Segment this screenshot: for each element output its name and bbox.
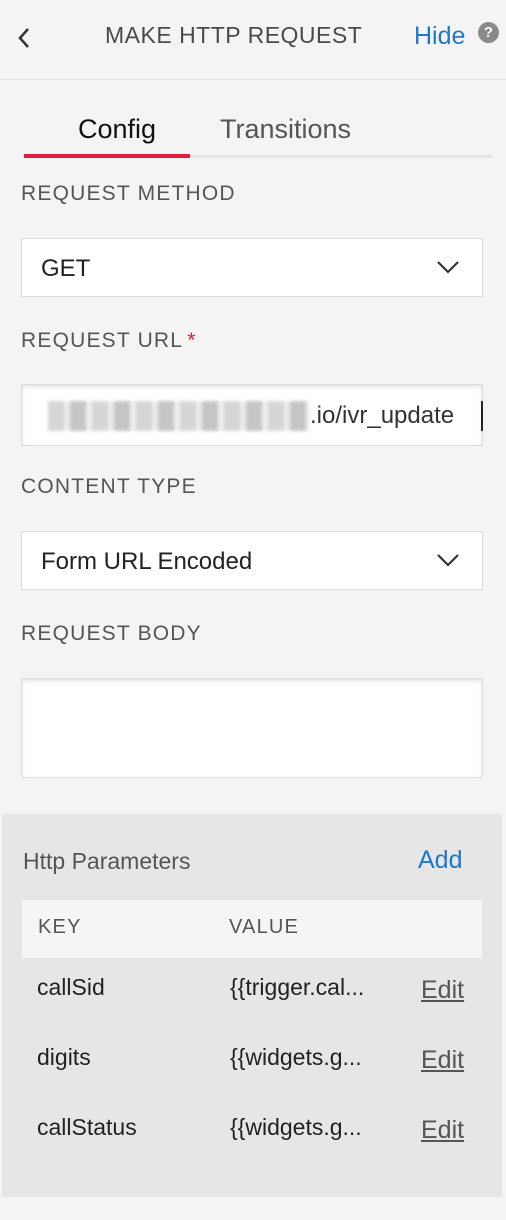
request-body-label: REQUEST BODY [21,622,202,645]
parameter-value: {{widgets.g... [230,1044,362,1070]
request-method-value: GET [41,255,91,282]
content-type-label: CONTENT TYPE [21,475,197,498]
chevron-left-icon [18,28,29,48]
help-icon[interactable]: ? [478,22,499,43]
tab-config[interactable]: Config [78,114,156,145]
active-tab-indicator [24,154,190,158]
request-url-value: .io/ivr_update [310,402,455,429]
table-row: digits {{widgets.g... Edit [22,1028,482,1098]
request-method-label: REQUEST METHOD [21,182,236,205]
content-type-value: Form URL Encoded [41,548,253,575]
edit-parameter-link[interactable]: Edit [421,1046,464,1075]
table-row: callStatus {{widgets.g... Edit [22,1098,482,1168]
tab-transitions[interactable]: Transitions [220,114,351,145]
column-header-key: KEY [38,916,82,938]
parameter-key: callSid [37,974,105,1000]
redacted-url-segment [48,401,310,431]
request-method-select[interactable]: GET [21,238,483,297]
chevron-down-icon [437,554,459,567]
hide-link[interactable]: Hide [414,22,465,51]
parameter-key: callStatus [37,1114,137,1140]
edit-parameter-link[interactable]: Edit [421,976,464,1005]
chevron-down-icon [437,261,459,274]
add-parameter-link[interactable]: Add [418,846,462,875]
parameter-value: {{trigger.cal... [230,974,365,1000]
http-parameters-title: Http Parameters [23,848,191,874]
parameters-table-header: KEY VALUE [22,900,482,958]
text-caret [481,401,483,431]
parameter-value: {{widgets.g... [230,1114,362,1140]
request-url-input[interactable]: .io/ivr_update [21,384,483,446]
request-url-label-text: REQUEST URL [21,329,184,352]
panel-header: MAKE HTTP REQUEST Hide ? [0,0,506,80]
back-button[interactable] [10,22,38,54]
edit-parameter-link[interactable]: Edit [421,1116,464,1145]
request-url-label: REQUEST URL * [21,329,197,353]
content-type-select[interactable]: Form URL Encoded [21,531,483,590]
panel-title: MAKE HTTP REQUEST [105,22,363,48]
required-marker: * [187,329,197,352]
http-parameters-panel: Http Parameters Add KEY VALUE callSid {{… [2,814,502,1197]
column-header-value: VALUE [229,916,300,938]
tab-bar: Config Transitions [24,100,492,158]
table-row: callSid {{trigger.cal... Edit [22,958,482,1028]
parameter-key: digits [37,1044,91,1070]
request-body-textarea[interactable] [21,678,483,778]
